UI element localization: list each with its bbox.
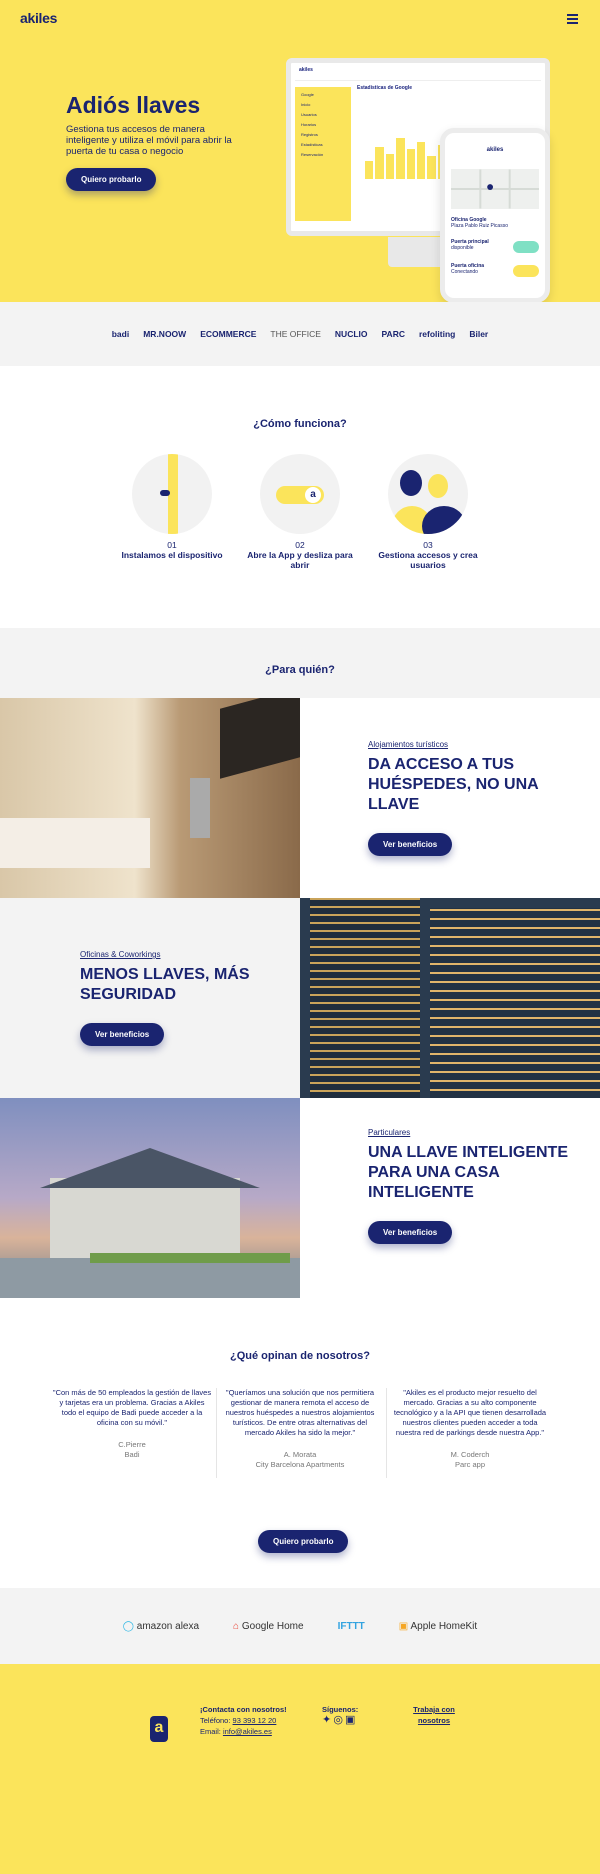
- twitter-icon[interactable]: ✦: [322, 1714, 331, 1726]
- brand-badi: badi: [111, 329, 130, 339]
- phone-map: [451, 169, 539, 209]
- tourism-headline: DA ACCESO A TUS HUÉSPEDES, NO UNA LLAVE: [368, 756, 539, 813]
- step-1-number: 01: [167, 540, 177, 550]
- hero-subtitle: Gestiona tus accesos de manera inteligen…: [66, 124, 232, 157]
- private-headline: UNA LLAVE INTELIGENTE PARA UNA CASA INTE…: [368, 1144, 568, 1201]
- footer: a ¡Contacta con nosotros! Teléfono: 93 3…: [0, 1664, 600, 1874]
- akiles-a-icon: a: [150, 1716, 168, 1742]
- brand-parc: PARC: [381, 329, 405, 339]
- house-image: [0, 1098, 300, 1298]
- who-row-private: Particulares UNA LLAVE INTELIGENTE PARA …: [0, 1098, 600, 1298]
- phone-brand: akiles: [486, 147, 504, 153]
- who-row-tourism: Alojamientos turísticos DA ACCESO A TUS …: [0, 698, 600, 898]
- office-buildings-image: [300, 898, 600, 1098]
- hero-title: Adiós llaves: [66, 92, 201, 118]
- testimonial-2: "Queríamos una solución que nos permitie…: [220, 1388, 380, 1470]
- testimonial-1: "Con más de 50 empleados la gestión de l…: [52, 1388, 212, 1460]
- users-icon: [388, 454, 468, 534]
- who-offices-text: Oficinas & Coworkings MENOS LLAVES, MÁS …: [0, 898, 300, 1098]
- brand-ecommerce: ECOMMERCE: [200, 329, 257, 339]
- testimonial-1-quote: "Con más de 50 empleados la gestión de l…: [52, 1388, 212, 1427]
- step-1: 01 Instalamos el dispositivo: [112, 454, 232, 560]
- jobs-link[interactable]: Trabaja con nosotros: [404, 1704, 464, 1726]
- testimonials-section: ¿Qué opinan de nosotros? "Con más de 50 …: [0, 1298, 600, 1588]
- step-2-label: Abre la App y desliza para abrir: [247, 550, 353, 570]
- who-section: ¿Para quién? Alojamientos turísticos DA …: [0, 628, 600, 1298]
- step-2: a 02 Abre la App y desliza para abrir: [240, 454, 360, 570]
- offices-headline: MENOS LLAVES, MÁS SEGURIDAD: [80, 966, 250, 1003]
- monitor-stand: [388, 237, 448, 267]
- integration-alexa: ◯ amazon alexa: [122, 1620, 200, 1632]
- testimonial-2-quote: "Queríamos una solución que nos permitie…: [225, 1388, 375, 1437]
- who-title: ¿Para quién?: [265, 664, 335, 676]
- instagram-icon[interactable]: ◎: [333, 1714, 343, 1726]
- testimonials-cta-button[interactable]: Quiero probarlo: [258, 1530, 349, 1553]
- follow-label: Síguenos:: [322, 1705, 359, 1714]
- email-label: Email:: [200, 1727, 221, 1736]
- brand-refoliting: refoliting: [418, 329, 456, 339]
- how-section: ¿Cómo funciona? 01 Instalamos el disposi…: [0, 366, 600, 628]
- who-private-text: Particulares UNA LLAVE INTELIGENTE PARA …: [300, 1098, 600, 1298]
- private-benefits-button[interactable]: Ver beneficios: [368, 1221, 453, 1244]
- integrations-strip: ◯ amazon alexa ⌂ Google Home IFTTT ▣ App…: [0, 1588, 600, 1664]
- brand-theoffice: THE OFFICE: [270, 329, 321, 339]
- toggle-office-door[interactable]: [513, 265, 539, 277]
- door-lock-icon: [132, 454, 212, 534]
- integration-homekit: ▣ Apple HomeKit: [398, 1620, 478, 1632]
- hero-section: akiles Adiós llaves Gestiona tus accesos…: [0, 0, 600, 302]
- linkedin-icon[interactable]: ▣: [345, 1714, 355, 1726]
- testimonial-1-company: Badi: [124, 1450, 140, 1459]
- category-offices-link[interactable]: Oficinas & Coworkings: [80, 950, 280, 959]
- phone-row-1[interactable]: Oficina Google Plaza Pablo Ruiz Picasso: [451, 217, 539, 229]
- step-2-number: 02: [295, 540, 305, 550]
- brand-biler: Biler: [469, 329, 489, 339]
- brands-strip: badi MR.NOOW ECOMMERCE THE OFFICE NUCLIO…: [0, 302, 600, 366]
- category-private-link[interactable]: Particulares: [368, 1128, 568, 1137]
- hero-cta-button[interactable]: Quiero probarlo: [66, 168, 157, 191]
- monitor-sidebar: Google Inicio Usuarios Horarios Registro…: [295, 87, 351, 221]
- testimonial-3: "Akiles es el producto mejor resuelto de…: [390, 1388, 550, 1470]
- divider: [386, 1388, 387, 1478]
- who-row-offices: Oficinas & Coworkings MENOS LLAVES, MÁS …: [0, 898, 600, 1098]
- slide-toggle-icon: a: [260, 454, 340, 534]
- how-title: ¿Cómo funciona?: [253, 418, 347, 430]
- tourism-benefits-button[interactable]: Ver beneficios: [368, 833, 453, 856]
- testimonial-2-company: City Barcelona Apartments: [255, 1460, 345, 1469]
- monitor-header-title: Estadísticas de Google: [357, 85, 413, 91]
- offices-benefits-button[interactable]: Ver beneficios: [80, 1023, 165, 1046]
- hotel-room-image: [0, 698, 300, 898]
- akiles-logo[interactable]: akiles: [20, 10, 57, 26]
- testimonial-2-author: A. Morata: [283, 1450, 317, 1459]
- step-1-label: Instalamos el dispositivo: [121, 550, 223, 560]
- brand-nuclio: NUCLIO: [334, 329, 368, 339]
- contact-title: ¡Contacta con nosotros!: [200, 1705, 287, 1714]
- divider: [216, 1388, 217, 1478]
- testimonials-title: ¿Qué opinan de nosotros?: [230, 1350, 370, 1362]
- step-3-number: 03: [423, 540, 433, 550]
- testimonial-3-company: Parc app: [454, 1460, 486, 1469]
- toggle-main-door[interactable]: [513, 241, 539, 253]
- phone-link[interactable]: 93 393 12 20: [233, 1716, 277, 1725]
- hamburger-icon[interactable]: [567, 14, 578, 26]
- social-block: Síguenos: ✦ ◎ ▣: [322, 1704, 358, 1726]
- who-tourism-text: Alojamientos turísticos DA ACCESO A TUS …: [300, 698, 600, 898]
- monitor-topbar: akiles: [295, 67, 541, 81]
- who-header: ¿Para quién?: [0, 628, 600, 698]
- contact-block: ¡Contacta con nosotros! Teléfono: 93 393…: [200, 1704, 287, 1737]
- testimonial-3-author: M. Coderch: [450, 1450, 490, 1459]
- step-3-label: Gestiona accesos y crea usuarios: [378, 550, 478, 570]
- email-link[interactable]: info@akiles.es: [223, 1727, 272, 1736]
- brand-mrnoow: MR.NOOW: [143, 329, 187, 339]
- category-tourism-link[interactable]: Alojamientos turísticos: [368, 740, 568, 749]
- testimonial-1-author: C.Pierre: [118, 1440, 146, 1449]
- testimonial-3-quote: "Akiles es el producto mejor resuelto de…: [393, 1388, 547, 1437]
- phone-mockup: akiles Oficina Google Plaza Pablo Ruiz Pi…: [440, 128, 550, 302]
- phone-label: Teléfono:: [200, 1716, 231, 1725]
- step-3: 03 Gestiona accesos y crea usuarios: [368, 454, 488, 570]
- integration-ifttt: IFTTT: [337, 1620, 365, 1632]
- integration-google-home: ⌂ Google Home: [233, 1620, 304, 1632]
